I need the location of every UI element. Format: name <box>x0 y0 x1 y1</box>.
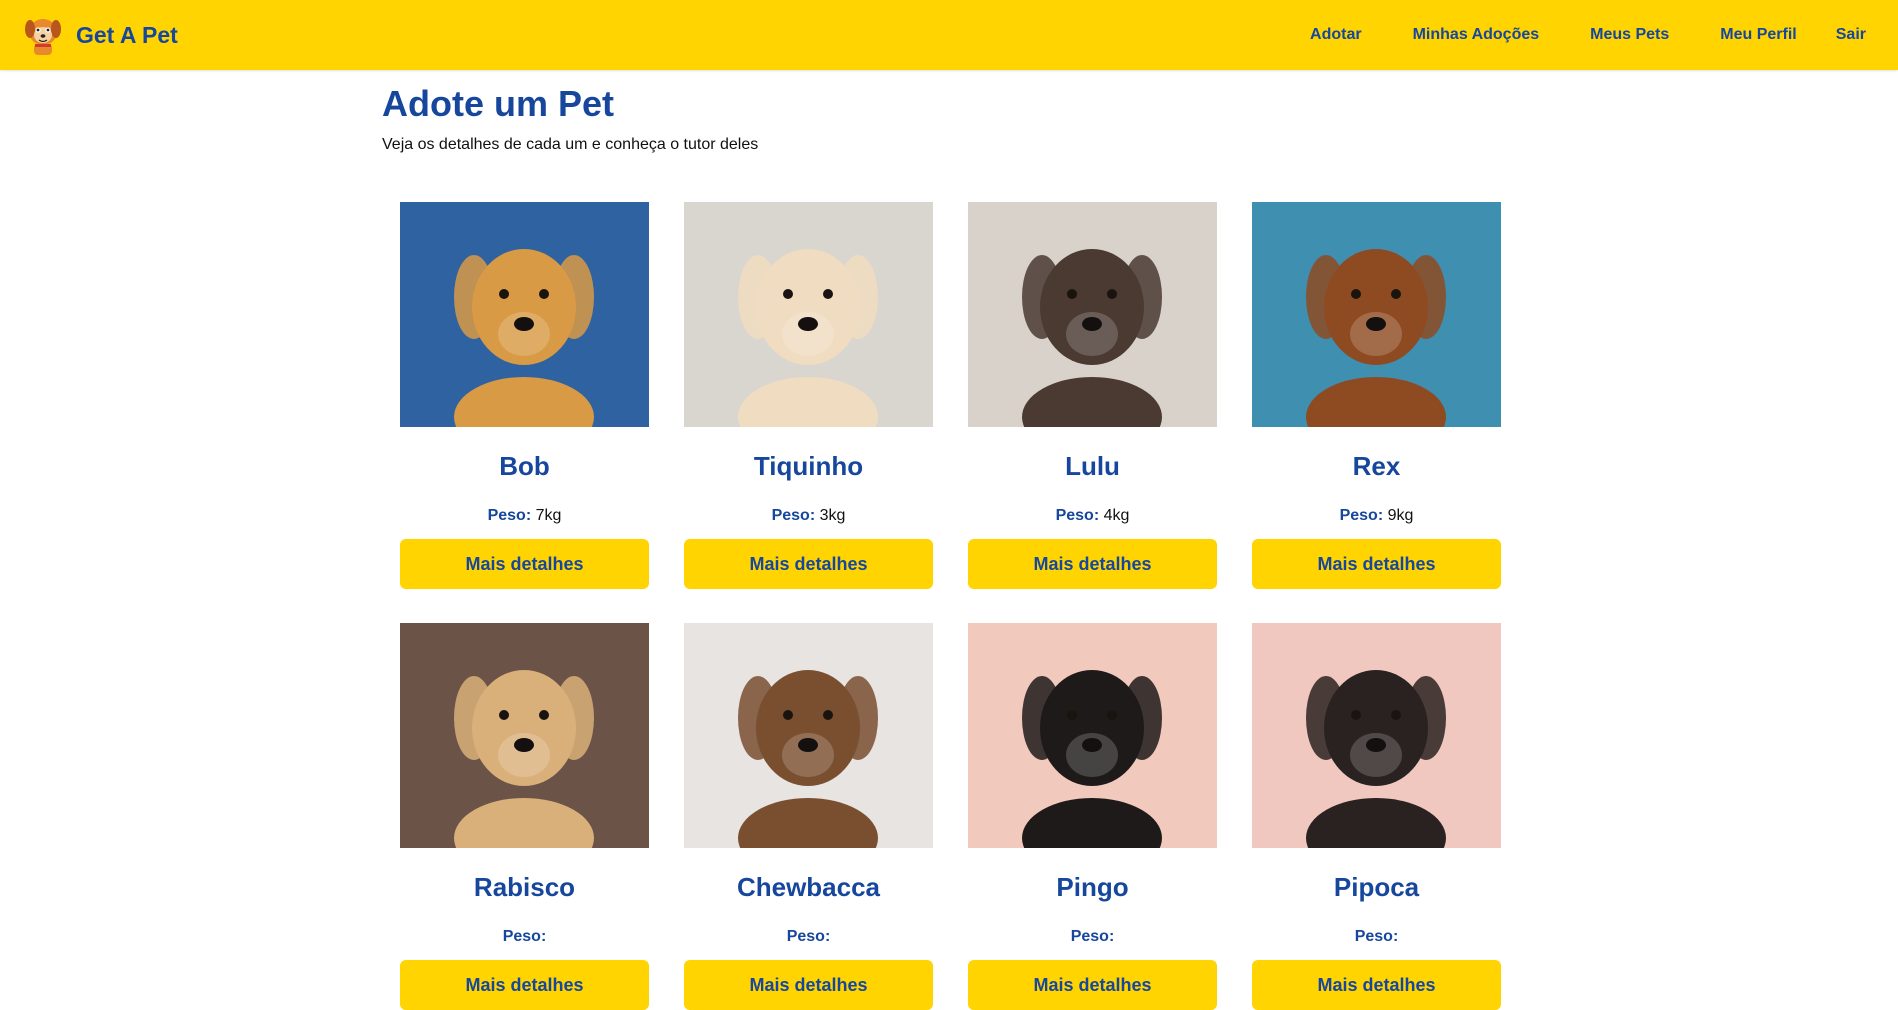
pet-weight-value: 7kg <box>535 507 562 524</box>
more-details-button[interactable]: Mais detalhes <box>400 960 649 1010</box>
dog-photo-icon <box>684 202 933 427</box>
nav-link-adotar[interactable]: Adotar <box>1310 26 1362 44</box>
page-title: Adote um Pet <box>382 83 615 124</box>
nav-link-meus-pets[interactable]: Meus Pets <box>1590 26 1669 44</box>
pet-weight-value: 9kg <box>1387 507 1414 524</box>
nav-link-meu-perfil[interactable]: Meu Perfil <box>1720 26 1796 44</box>
pet-photo[interactable] <box>968 202 1217 427</box>
pet-name: Bob <box>499 451 550 481</box>
pet-card: Bob Peso: 7kg Mais detalhes <box>400 202 649 589</box>
pet-name: Rex <box>1352 451 1401 481</box>
pet-card: Rex Peso: 9kg Mais detalhes <box>1252 202 1501 589</box>
pet-weight: Peso: <box>787 928 831 946</box>
dog-photo-icon <box>1252 202 1501 427</box>
pet-weight-label: Peso: <box>1354 928 1399 945</box>
pet-weight: Peso: <box>1355 928 1399 946</box>
more-details-button[interactable]: Mais detalhes <box>1252 960 1501 1010</box>
dog-photo-icon <box>1252 623 1501 848</box>
pet-photo[interactable] <box>1252 623 1501 848</box>
page-subtitle: Veja os detalhes de cada um e conheça o … <box>382 135 759 153</box>
brand[interactable]: Get A Pet <box>22 13 178 57</box>
pet-weight-label: Peso: <box>487 507 532 524</box>
dog-photo-icon <box>400 202 649 427</box>
pet-weight-value: 3kg <box>819 507 846 524</box>
pet-weight-label: Peso: <box>771 507 816 524</box>
main-content: Adote um Pet Veja os detalhes de cada um… <box>382 70 1502 154</box>
pet-photo[interactable] <box>1252 202 1501 427</box>
pet-weight: Peso: <box>503 928 547 946</box>
more-details-button[interactable]: Mais detalhes <box>684 960 933 1010</box>
pet-photo[interactable] <box>968 623 1217 848</box>
pet-weight-label: Peso: <box>502 928 547 945</box>
pet-card: Rabisco Peso: Mais detalhes <box>400 623 649 1010</box>
pet-photo[interactable] <box>400 202 649 427</box>
pet-card: Tiquinho Peso: 3kg Mais detalhes <box>684 202 933 589</box>
more-details-button[interactable]: Mais detalhes <box>1252 539 1501 589</box>
pet-weight: Peso: 4kg <box>1056 507 1130 525</box>
dog-photo-icon <box>968 202 1217 427</box>
pet-weight: Peso: 9kg <box>1340 507 1414 525</box>
pet-weight-label: Peso: <box>786 928 831 945</box>
pet-name: Rabisco <box>473 872 576 902</box>
dog-photo-icon <box>684 623 933 848</box>
pet-card: Pipoca Peso: Mais detalhes <box>1252 623 1501 1010</box>
pet-name: Chewbacca <box>736 872 881 902</box>
more-details-button[interactable]: Mais detalhes <box>968 539 1217 589</box>
dog-photo-icon <box>400 623 649 848</box>
pet-card: Lulu Peso: 4kg Mais detalhes <box>968 202 1217 589</box>
dog-logo-icon <box>25 19 61 55</box>
more-details-button[interactable]: Mais detalhes <box>400 539 649 589</box>
pet-weight-label: Peso: <box>1055 507 1100 524</box>
dog-photo-icon <box>968 623 1217 848</box>
more-details-button[interactable]: Mais detalhes <box>684 539 933 589</box>
brand-name: Get A Pet <box>76 21 178 48</box>
pet-weight: Peso: 3kg <box>772 507 846 525</box>
pet-weight-label: Peso: <box>1339 507 1384 524</box>
pet-weight-label: Peso: <box>1070 928 1115 945</box>
pet-grid: Bob Peso: 7kg Mais detalhes Tiquinho Peso: 3… <box>400 202 1520 1010</box>
nav-link-minhas-adocoes[interactable]: Minhas Adoções <box>1413 26 1540 44</box>
pet-card: Chewbacca Peso: Mais detalhes <box>684 623 933 1010</box>
more-details-button[interactable]: Mais detalhes <box>968 960 1217 1010</box>
pet-weight: Peso: <box>1071 928 1115 946</box>
pet-name: Pingo <box>1056 872 1129 902</box>
pet-weight-value: 4kg <box>1103 507 1130 524</box>
nav-link-sair[interactable]: Sair <box>1836 26 1866 44</box>
nav-links: Adotar Minhas Adoções Meus Pets Meu Perf… <box>1310 0 1866 70</box>
pet-photo[interactable] <box>684 202 933 427</box>
pet-photo[interactable] <box>400 623 649 848</box>
navbar: Get A Pet Adotar Minhas Adoções Meus Pet… <box>0 0 1898 70</box>
pet-photo[interactable] <box>684 623 933 848</box>
pet-name: Pipoca <box>1333 872 1420 902</box>
pet-name: Tiquinho <box>753 451 864 481</box>
pet-weight: Peso: 7kg <box>488 507 562 525</box>
pet-card: Pingo Peso: Mais detalhes <box>968 623 1217 1010</box>
pet-name: Lulu <box>1065 451 1120 481</box>
